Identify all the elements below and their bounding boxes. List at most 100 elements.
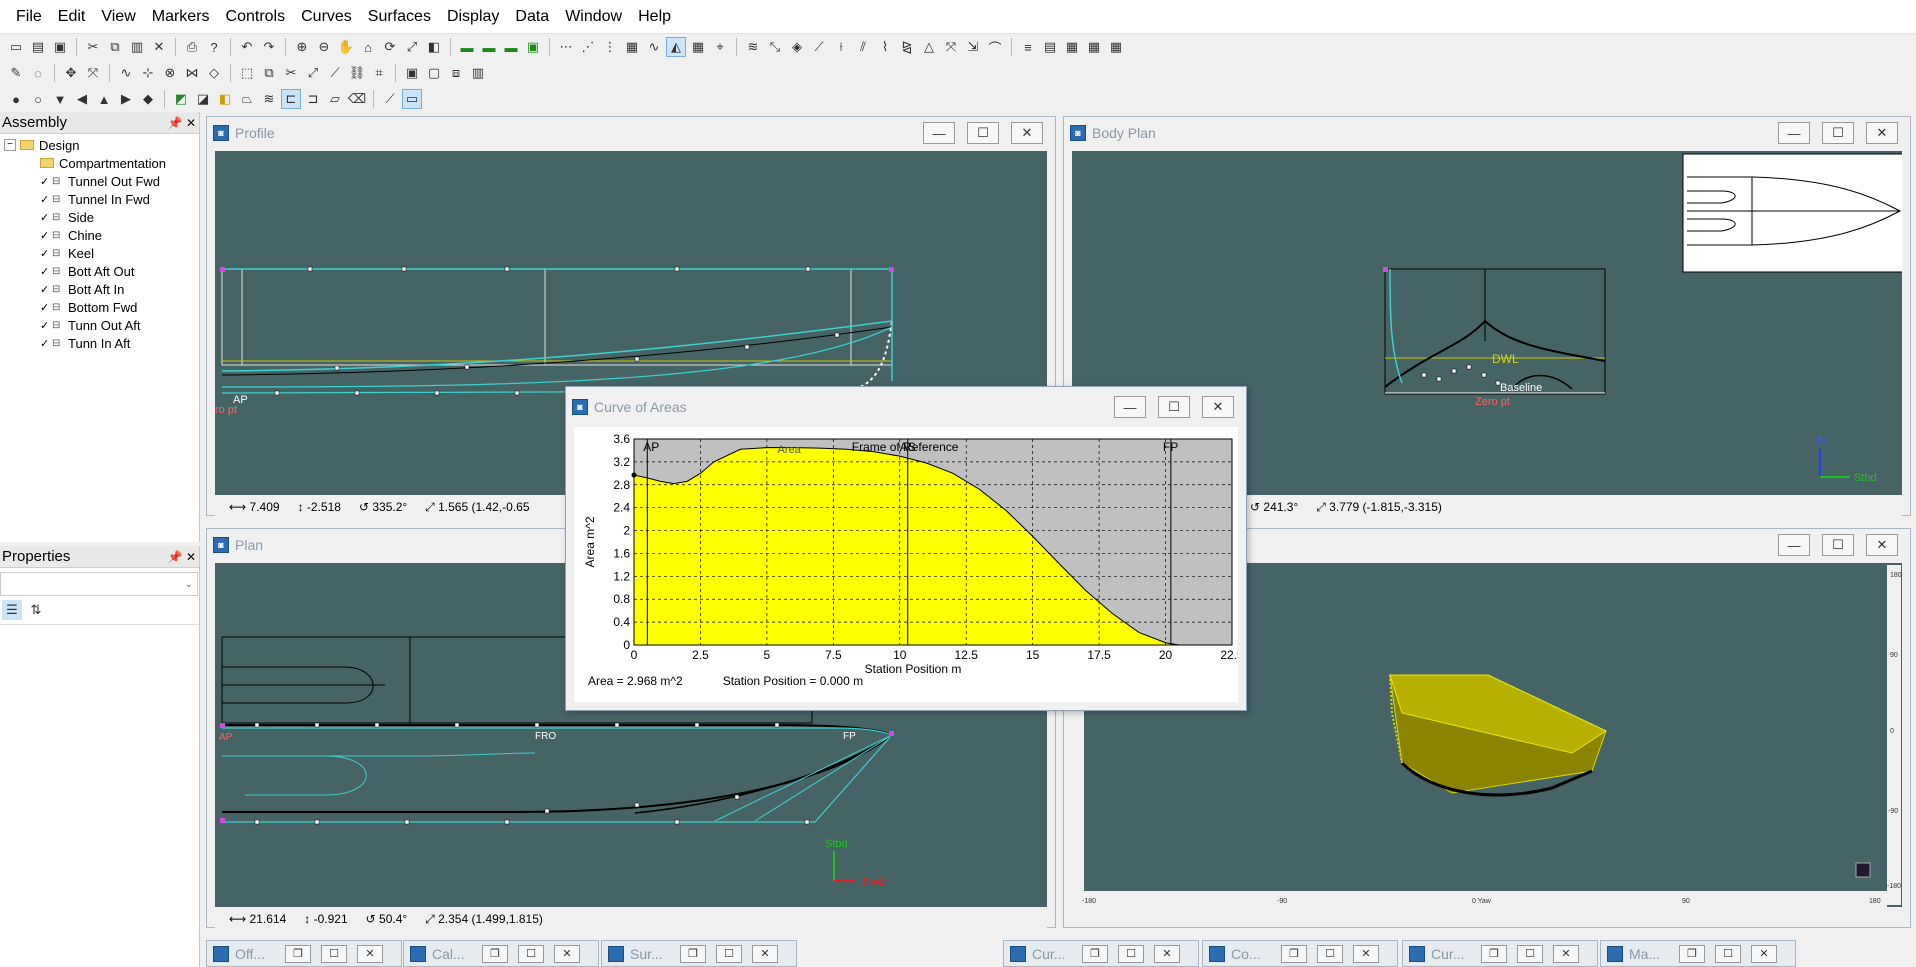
open-file-icon[interactable]: ▤ [28, 37, 48, 57]
pencil-icon[interactable]: ✎ [6, 63, 26, 83]
close-button[interactable]: ✕ [1751, 944, 1777, 963]
split-icon[interactable]: ⟊ [831, 37, 851, 57]
sphere-icon[interactable]: ● [6, 89, 26, 109]
tree-root-design[interactable]: − Design [4, 136, 199, 154]
stack-icon[interactable]: ▥ [468, 63, 488, 83]
menu-help[interactable]: Help [630, 8, 679, 26]
funnel-icon[interactable]: ▼ [50, 89, 70, 109]
pin-icon[interactable]: 📌 [167, 116, 183, 130]
close-button[interactable]: ✕ [1202, 396, 1234, 418]
close-button[interactable]: ✕ [1553, 944, 1579, 963]
cone-right-icon[interactable]: ▶ [116, 89, 136, 109]
align-icon[interactable]: ⫽ [853, 37, 873, 57]
visible-check-icon[interactable]: ✓ [40, 283, 50, 296]
menu-data[interactable]: Data [507, 8, 557, 26]
minimize-button[interactable]: — [1114, 396, 1146, 418]
menu-controls[interactable]: Controls [218, 8, 294, 26]
menu-markers[interactable]: Markers [144, 8, 218, 26]
flow-icon[interactable]: ≋ [259, 89, 279, 109]
visible-check-icon[interactable]: ✓ [40, 175, 50, 188]
tree-item-surface[interactable]: ✓ ⊟ Side [4, 208, 199, 226]
tree-item-surface[interactable]: ✓ ⊟ Keel [4, 244, 199, 262]
minimized-window-tab[interactable]: Sur... ❐ ☐ ✕ [601, 940, 797, 967]
frame-icon[interactable]: ⌗ [369, 63, 389, 83]
extend-icon[interactable]: ⤢ [303, 63, 323, 83]
trim-surface-icon[interactable]: ✂ [281, 63, 301, 83]
shade-icon[interactable]: ◩ [171, 89, 191, 109]
close-button[interactable]: ✕ [1154, 944, 1180, 963]
restore-button[interactable]: ❐ [1082, 944, 1108, 963]
pin-icon[interactable]: 📌 [167, 550, 183, 564]
close-icon[interactable]: ✕ [183, 116, 199, 130]
measure-icon[interactable]: ⤡ [765, 37, 785, 57]
circle-icon[interactable]: ○ [28, 89, 48, 109]
surface-icon[interactable]: ⬚ [237, 63, 257, 83]
minimized-window-tab[interactable]: Off... ❐ ☐ ✕ [206, 940, 402, 967]
home-view-icon[interactable]: ⌂ [358, 37, 378, 57]
close-button[interactable]: ✕ [752, 944, 778, 963]
tree-item-surface[interactable]: ✓ ⊟ Bott Aft Out [4, 262, 199, 280]
maximize-button[interactable]: ☐ [1715, 944, 1741, 963]
alphabetical-icon[interactable]: ⇅ [26, 600, 46, 620]
visible-check-icon[interactable]: ✓ [40, 319, 50, 332]
visible-check-icon[interactable]: ✓ [40, 247, 50, 260]
close-icon[interactable]: ✕ [183, 550, 199, 564]
close-button[interactable]: ✕ [1866, 122, 1898, 144]
hull-icon[interactable]: ⏢ [237, 89, 257, 109]
calc-icon[interactable]: ▤ [1040, 37, 1060, 57]
menu-view[interactable]: View [93, 8, 143, 26]
curvature-icon[interactable]: ∿ [644, 37, 664, 57]
restore-button[interactable]: ❐ [482, 944, 508, 963]
cone-left-icon[interactable]: ◀ [72, 89, 92, 109]
perspective-view-icon[interactable]: ▣ [523, 37, 543, 57]
body-view-icon[interactable]: ▬ [501, 37, 521, 57]
minimized-window-tab[interactable]: Cur... ❐ ☐ ✕ [1402, 940, 1598, 967]
move-point-icon[interactable]: ⤧ [83, 63, 103, 83]
close-button[interactable]: ✕ [1353, 944, 1379, 963]
shape-dropdown-icon[interactable]: ◆ [138, 89, 158, 109]
tree-item-surface[interactable]: ✓ ⊟ Tunnel Out Fwd [4, 172, 199, 190]
maximize-button[interactable]: ☐ [1317, 944, 1343, 963]
plane-icon[interactable]: ▱ [325, 89, 345, 109]
visible-check-icon[interactable]: ✓ [40, 229, 50, 242]
undo-icon[interactable]: ↶ [237, 37, 257, 57]
profile-view-icon[interactable]: ▬ [457, 37, 477, 57]
maximize-button[interactable]: ☐ [1822, 122, 1854, 144]
tag-icon[interactable]: ◈ [787, 37, 807, 57]
object-selector-dropdown[interactable]: ⌄ [0, 572, 198, 596]
triangle-icon[interactable]: △ [919, 37, 939, 57]
orientation-cube-icon[interactable] [1855, 862, 1871, 878]
tree-item-surface[interactable]: ✓ ⊟ Tunn In Aft [4, 334, 199, 352]
maximize-button[interactable]: ☐ [1822, 534, 1854, 556]
menu-edit[interactable]: Edit [50, 8, 94, 26]
curve-of-areas-icon[interactable]: ◭ [666, 37, 686, 57]
tree-item-surface[interactable]: ✓ ⊟ Bottom Fwd [4, 298, 199, 316]
cut-icon[interactable]: ✂ [83, 37, 103, 57]
maximize-button[interactable]: ☐ [1158, 396, 1190, 418]
marker-grid-icon[interactable]: ⋯ [556, 37, 576, 57]
close-button[interactable]: ✕ [554, 944, 580, 963]
grid-dropdown-icon[interactable]: ▦ [1106, 37, 1126, 57]
maximize-button[interactable]: ☐ [518, 944, 544, 963]
restore-button[interactable]: ❐ [1679, 944, 1705, 963]
menu-file[interactable]: File [8, 8, 50, 26]
delete-icon[interactable]: ✕ [149, 37, 169, 57]
wire-icon[interactable]: ◪ [193, 89, 213, 109]
join-icon[interactable]: ⋈ [182, 63, 202, 83]
minimized-window-tab[interactable]: Co... ❐ ☐ ✕ [1202, 940, 1398, 967]
redo-icon[interactable]: ↷ [259, 37, 279, 57]
new-file-icon[interactable]: ▭ [6, 37, 26, 57]
marker-table-icon[interactable]: ▦ [622, 37, 642, 57]
fit-icon[interactable]: ⌇ [875, 37, 895, 57]
pan-icon[interactable]: ✋ [336, 37, 356, 57]
categorized-icon[interactable]: ☰ [2, 600, 22, 620]
collapse-icon[interactable]: − [4, 139, 16, 151]
copy-icon[interactable]: ⧉ [105, 37, 125, 57]
minimized-window-tab[interactable]: Cal... ❐ ☐ ✕ [403, 940, 599, 967]
restore-button[interactable]: ❐ [1281, 944, 1307, 963]
print-icon[interactable]: ⎙ [182, 37, 202, 57]
edge-icon[interactable]: ⟋ [380, 89, 400, 109]
maximize-button[interactable]: ☐ [321, 944, 347, 963]
box-select-icon[interactable]: ▭ [402, 89, 422, 109]
render-icon[interactable]: ◧ [215, 89, 235, 109]
